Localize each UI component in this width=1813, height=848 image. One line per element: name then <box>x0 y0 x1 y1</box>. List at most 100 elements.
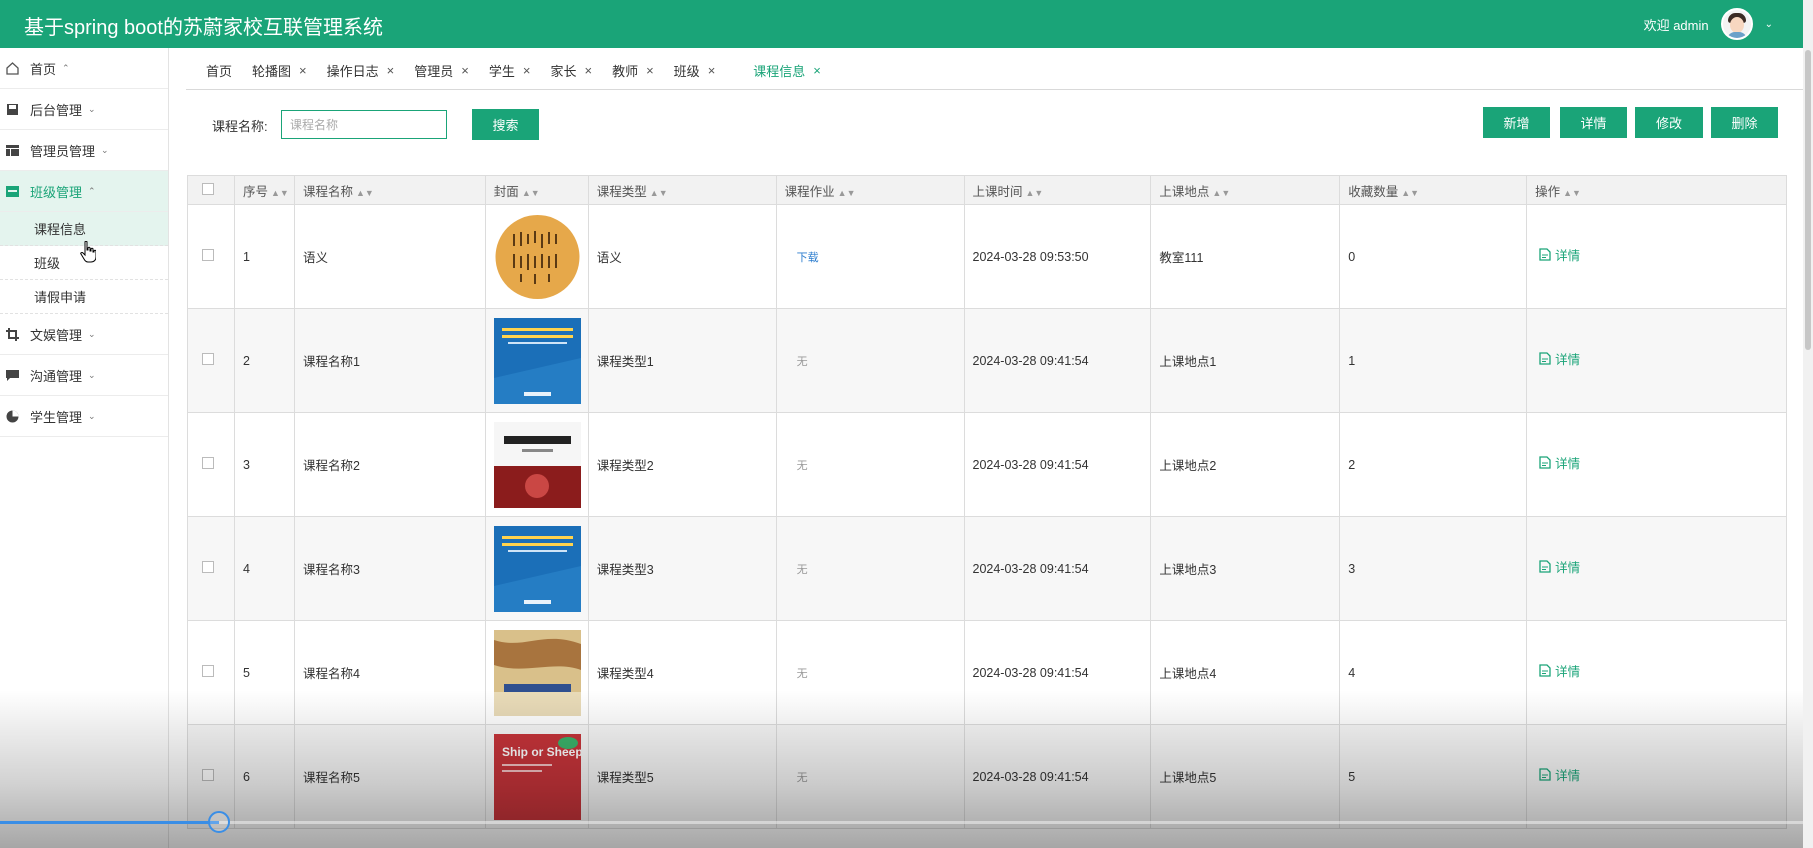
tab-course-info[interactable]: 课程信息 × <box>733 61 821 80</box>
scrollbar[interactable] <box>1803 0 1813 848</box>
close-icon[interactable]: × <box>387 63 395 78</box>
sort-icon: ▲▼ <box>649 187 668 198</box>
document-icon <box>1539 663 1551 677</box>
table-row[interactable]: 5 课程名称4 课程类型4 无 2024-03-28 09:41:54 上课地点4 4 详情 <box>187 620 1787 725</box>
select-all-checkbox[interactable] <box>187 175 235 205</box>
sidebar-item-admin[interactable]: 管理员管理 ⌄ <box>0 130 168 171</box>
sidebar-item-class[interactable]: 班级管理 ⌃ <box>0 171 168 212</box>
cell-op: 详情 <box>1526 724 1787 829</box>
search-button[interactable]: 搜索 <box>472 109 539 140</box>
cell-homework: 无 <box>775 724 965 829</box>
row-checkbox[interactable] <box>187 620 235 725</box>
tab-operation-log[interactable]: 操作日志 × <box>307 61 395 80</box>
close-icon[interactable]: × <box>813 63 821 78</box>
cell-cover <box>484 308 589 413</box>
edit-button[interactable]: 修改 <box>1635 107 1703 138</box>
close-icon[interactable]: × <box>584 63 592 78</box>
document-icon <box>1539 247 1551 261</box>
column-header[interactable]: 上课时间 ▲▼ <box>963 175 1152 205</box>
tab-carousel[interactable]: 轮播图 × <box>232 61 307 80</box>
column-header[interactable]: 操作 ▲▼ <box>1526 175 1787 205</box>
welcome-text: 欢迎 admin <box>1643 17 1709 33</box>
sidebar-item-entertainment[interactable]: 文娱管理 ⌄ <box>0 314 168 355</box>
document-icon <box>1539 351 1551 365</box>
table-row[interactable]: 6课程名称5Ship or Sheep?课程类型5 无 2024-03-28 09:… <box>187 724 1787 829</box>
cell-op: 详情 <box>1526 620 1787 725</box>
cell-type: 课程类型3 <box>587 516 777 621</box>
row-checkbox[interactable] <box>187 516 235 621</box>
sidebar-item-communication[interactable]: 沟通管理 ⌄ <box>0 355 168 396</box>
cell-cover <box>484 412 589 517</box>
table-row[interactable]: 3 课程名称2 课程类型2 无 2024-03-28 09:41:54 上课地点2 2 详情 <box>187 412 1787 517</box>
scrollbar-thumb[interactable] <box>1805 50 1811 350</box>
cell-cover <box>484 204 589 309</box>
close-icon[interactable]: × <box>523 63 531 78</box>
tab-parent[interactable]: 家长 × <box>530 61 592 80</box>
tab-home[interactable]: 首页 <box>186 61 232 80</box>
cell-type: 语义 <box>587 204 777 309</box>
row-checkbox[interactable] <box>187 412 235 517</box>
column-header[interactable]: 收藏数量 ▲▼ <box>1339 175 1528 205</box>
row-detail-link[interactable]: 详情 <box>1539 453 1580 472</box>
close-icon[interactable]: × <box>299 63 307 78</box>
sort-icon: ▲▼ <box>1401 187 1420 198</box>
delete-button[interactable]: 删除 <box>1711 107 1778 138</box>
video-progress-bar[interactable] <box>0 811 1813 833</box>
column-header[interactable]: 课程类型 ▲▼ <box>587 175 777 205</box>
detail-button[interactable]: 详情 <box>1560 107 1627 138</box>
table-row[interactable]: 1 语义 语义 下载 2024-03-28 09:53:50 教室111 0 详情 <box>187 204 1787 309</box>
column-header[interactable]: 课程名称 ▲▼ <box>293 175 486 205</box>
homework-download-link[interactable]: 下载 <box>797 252 819 264</box>
cell-type: 课程类型5 <box>587 724 777 829</box>
row-detail-link[interactable]: 详情 <box>1539 765 1580 784</box>
cell-name: 课程名称5 <box>293 724 486 829</box>
app-title: 基于spring boot的苏蔚家校互联管理系统 <box>24 17 383 39</box>
close-icon[interactable]: × <box>708 63 716 78</box>
chevron-down-icon[interactable]: ⌄ <box>1765 19 1773 30</box>
column-header[interactable]: 序号 ▲▼ <box>233 175 295 205</box>
row-detail-link[interactable]: 详情 <box>1539 349 1580 368</box>
add-button[interactable]: 新增 <box>1483 107 1550 138</box>
row-detail-link[interactable]: 详情 <box>1539 557 1580 576</box>
sidebar-item-student[interactable]: 学生管理 ⌄ <box>0 396 168 437</box>
column-header[interactable]: 课程作业 ▲▼ <box>775 175 965 205</box>
sort-icon: ▲▼ <box>355 187 374 198</box>
row-detail-link[interactable]: 详情 <box>1539 245 1580 264</box>
tab-teacher[interactable]: 教师 × <box>592 61 654 80</box>
tab-label: 教师 <box>612 64 639 79</box>
video-progress-knob[interactable] <box>208 811 230 833</box>
table-row[interactable]: 2 课程名称1 课程类型1 无 2024-03-28 09:41:54 上课地点1 1 详情 <box>187 308 1787 413</box>
row-detail-link[interactable]: 详情 <box>1539 661 1580 680</box>
cell-fav: 4 <box>1339 620 1528 725</box>
cell-fav: 3 <box>1339 516 1528 621</box>
user-menu[interactable]: 欢迎 admin ⌄ <box>1643 8 1773 40</box>
cell-time: 2024-03-28 09:41:54 <box>963 620 1152 725</box>
row-checkbox[interactable] <box>187 308 235 413</box>
sort-icon: ▲▼ <box>1025 187 1044 198</box>
sidebar-item-home[interactable]: 首页 ⌃ <box>0 48 168 89</box>
close-icon[interactable]: × <box>461 63 469 78</box>
sort-icon: ▲▼ <box>521 187 540 198</box>
sidebar-item-backend[interactable]: 后台管理 ⌄ <box>0 89 168 130</box>
cell-op: 详情 <box>1526 204 1787 309</box>
row-checkbox[interactable] <box>187 204 235 309</box>
tab-class[interactable]: 班级 × <box>654 61 716 80</box>
close-icon[interactable]: × <box>646 63 654 78</box>
tab-admin[interactable]: 管理员 × <box>394 61 469 80</box>
column-header[interactable]: 封面 ▲▼ <box>484 175 589 205</box>
table-row[interactable]: 4 课程名称3 课程类型3 无 2024-03-28 09:41:54 上课地点3 3 详情 <box>187 516 1787 621</box>
cell-name: 语义 <box>293 204 486 309</box>
chevron-down-icon: ⌄ <box>88 103 96 114</box>
cell-place: 上课地点2 <box>1150 412 1341 517</box>
tab-student[interactable]: 学生 × <box>469 61 531 80</box>
avatar[interactable] <box>1720 8 1753 40</box>
cell-no: 2 <box>233 308 295 413</box>
tab-label: 管理员 <box>414 64 454 79</box>
search-input[interactable] <box>281 110 447 139</box>
tab-label: 操作日志 <box>326 64 379 79</box>
column-header[interactable]: 上课地点 ▲▼ <box>1150 175 1341 205</box>
sidebar-subitem-leave[interactable]: 请假申请 <box>0 280 168 314</box>
homework-none: 无 <box>796 771 808 784</box>
tab-label: 家长 <box>550 64 577 79</box>
cell-place: 上课地点1 <box>1150 308 1341 413</box>
